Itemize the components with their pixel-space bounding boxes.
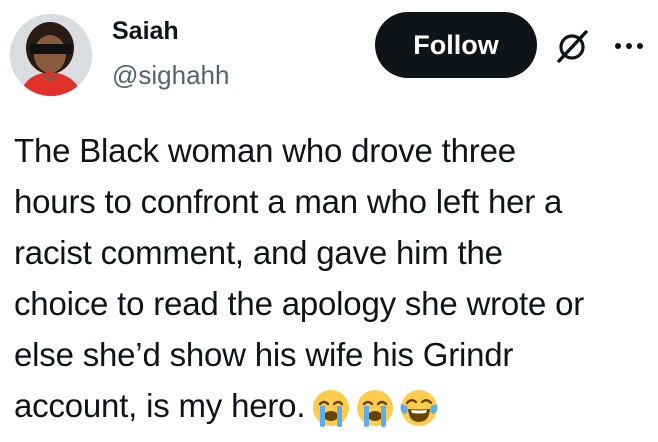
tweet-last-line: account, is my hero. <box>14 380 654 439</box>
tweet-line: racist comment, and gave him the <box>14 234 503 271</box>
tweet-line: The Black woman who drove three <box>14 132 516 169</box>
avatar-image <box>10 14 92 96</box>
avatar[interactable] <box>10 14 92 96</box>
tweet-text: The Black woman who drove three hours to… <box>14 125 654 439</box>
face-with-tears-of-joy-icon <box>399 388 439 428</box>
author-handle[interactable]: @sighahh <box>112 58 229 92</box>
tweet-line: choice to read the apology she wrote or <box>14 285 585 322</box>
grok-icon[interactable] <box>553 27 593 65</box>
emoji-row <box>311 388 443 439</box>
tweet-line: else she’d show his wife his Grindr <box>14 336 514 373</box>
loudly-crying-face-icon <box>355 388 395 428</box>
follow-button[interactable]: Follow <box>375 12 537 78</box>
author-display-name[interactable]: Saiah <box>112 14 179 48</box>
tweet-line: hours to confront a man who left her a <box>14 183 563 220</box>
loudly-crying-face-icon <box>311 388 351 428</box>
tweet-card: Saiah @sighahh Follow The Black woman wh… <box>0 0 658 433</box>
more-icon[interactable] <box>609 27 649 65</box>
tweet-line: account, is my hero. <box>14 387 306 424</box>
